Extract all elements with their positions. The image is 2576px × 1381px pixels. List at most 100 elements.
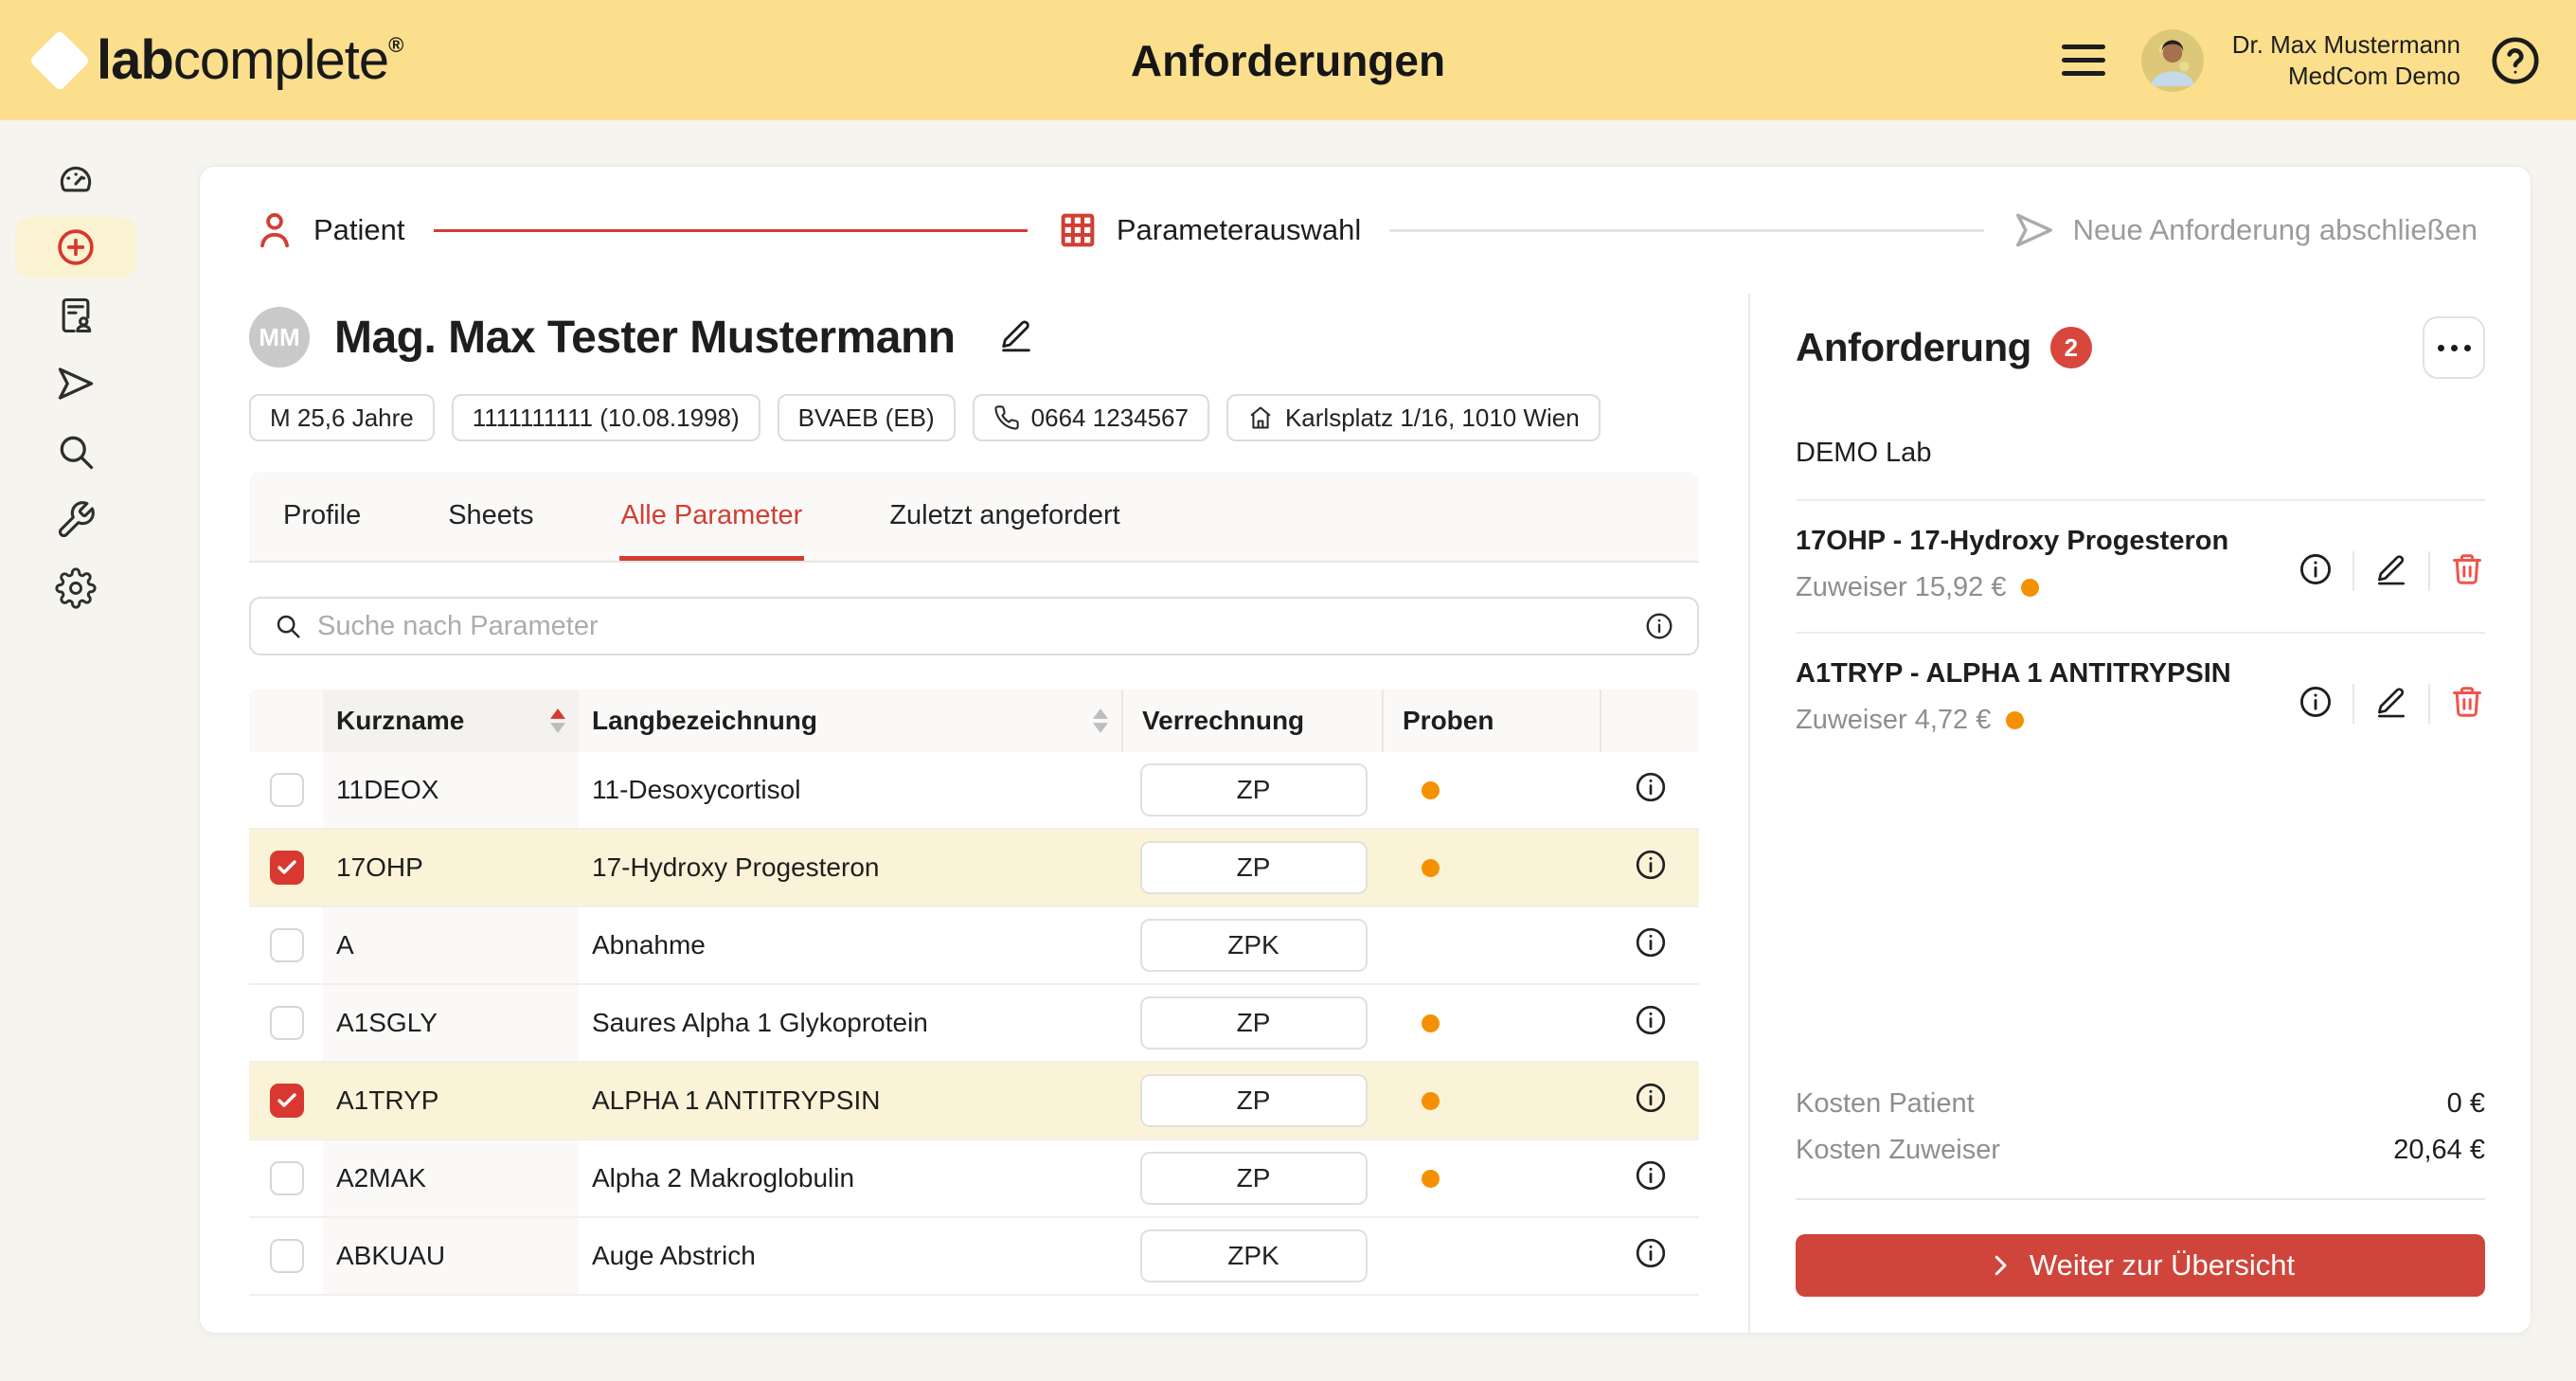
tab-sheets[interactable]: Sheets — [446, 472, 535, 561]
step-connector-todo — [1389, 229, 1983, 232]
cell-langbezeichnung: Auge Abstrich — [579, 1218, 1123, 1294]
order-item-title: A1TRYP - ALPHA 1 ANTITRYPSIN — [1796, 658, 2231, 690]
main-card: Patient Parameterauswahl Neue Anforderun… — [199, 166, 2531, 1334]
header-langbezeichnung[interactable]: Langbezeichnung — [579, 690, 1123, 752]
step-patient[interactable]: Patient — [253, 208, 405, 252]
cell-langbezeichnung: 17-Hydroxy Progesteron — [579, 830, 1123, 906]
order-item-price: Zuweiser 15,92 € — [1796, 572, 2006, 603]
document-user-icon — [55, 295, 97, 336]
parameter-search[interactable] — [249, 597, 1699, 655]
lab-name: DEMO Lab — [1796, 438, 2485, 469]
badge-phone: 0664 1234567 — [973, 394, 1209, 441]
table-row[interactable]: ABKUAU Auge Abstrich ZPK — [249, 1218, 1699, 1296]
row-info-icon[interactable] — [1634, 770, 1668, 811]
verrechnung-button[interactable]: ZPK — [1140, 919, 1368, 972]
row-checkbox-checked[interactable] — [270, 851, 304, 885]
table-row[interactable]: A1SGLY Saures Alpha 1 Glykoprotein ZP — [249, 985, 1699, 1063]
order-menu-button[interactable] — [2423, 316, 2485, 379]
top-bar: labcomplete® Anforderungen Dr. Max Muste… — [0, 0, 2576, 120]
search-input[interactable] — [317, 611, 1629, 642]
search-info-icon[interactable] — [1644, 611, 1674, 641]
row-checkbox[interactable] — [270, 1239, 304, 1273]
table-row[interactable]: A2MAK Alpha 2 Makroglobulin ZP — [249, 1140, 1699, 1218]
table-row[interactable]: A1TRYP ALPHA 1 ANTITRYPSIN ZP — [249, 1063, 1699, 1140]
row-checkbox-checked[interactable] — [270, 1084, 304, 1118]
table-row[interactable]: 17OHP 17-Hydroxy Progesteron ZP — [249, 830, 1699, 907]
table-header-row: Kurzname Langbezeichnung — [249, 690, 1699, 752]
step-parameterauswahl[interactable]: Parameterauswahl — [1056, 208, 1361, 252]
row-info-icon[interactable] — [1634, 925, 1668, 966]
item-edit-icon[interactable] — [2373, 684, 2409, 725]
send-icon — [2012, 208, 2056, 252]
table-row[interactable]: A Abnahme ZPK — [249, 907, 1699, 985]
step-connector-done — [434, 229, 1028, 232]
order-item: 17OHP - 17-Hydroxy Progesteron Zuweiser … — [1796, 499, 2485, 632]
sidebar-item-settings[interactable] — [15, 558, 136, 619]
order-item-title: 17OHP - 17-Hydroxy Progesteron — [1796, 526, 2228, 557]
edit-patient-button[interactable] — [997, 316, 1035, 359]
header-info — [1601, 690, 1699, 752]
sidebar-item-patient-records[interactable] — [15, 285, 136, 346]
tab-alle-parameter[interactable]: Alle Parameter — [619, 472, 805, 561]
sidebar-item-send[interactable] — [15, 353, 136, 414]
step-label: Parameterauswahl — [1117, 213, 1361, 247]
verrechnung-button[interactable]: ZP — [1140, 1074, 1368, 1127]
user-avatar[interactable] — [2141, 29, 2204, 92]
verrechnung-button[interactable]: ZP — [1140, 841, 1368, 894]
item-info-icon[interactable] — [2298, 551, 2334, 592]
header-select — [249, 690, 323, 752]
parameter-table: Kurzname Langbezeichnung — [249, 690, 1699, 1296]
row-checkbox[interactable] — [270, 1006, 304, 1040]
item-delete-icon[interactable] — [2449, 551, 2485, 592]
cell-kurzname: A1SGLY — [323, 985, 579, 1061]
parameter-tabs: Profile Sheets Alle Parameter Zuletzt an… — [249, 472, 1699, 563]
cell-kurzname: A1TRYP — [323, 1063, 579, 1139]
dashboard-gauge-icon — [55, 158, 97, 200]
sort-langbezeichnung-icon[interactable] — [1093, 708, 1108, 733]
item-info-icon[interactable] — [2298, 684, 2334, 725]
tab-profile[interactable]: Profile — [281, 472, 363, 561]
row-info-icon[interactable] — [1634, 1003, 1668, 1044]
verrechnung-button[interactable]: ZP — [1140, 996, 1368, 1049]
sidebar-item-dashboard[interactable] — [15, 149, 136, 209]
row-checkbox[interactable] — [270, 773, 304, 807]
grid-table-icon — [1056, 208, 1100, 252]
help-icon[interactable] — [2489, 34, 2542, 87]
item-edit-icon[interactable] — [2373, 551, 2409, 592]
weiter-zur-uebersicht-button[interactable]: Weiter zur Übersicht — [1796, 1234, 2485, 1297]
tab-zuletzt-angefordert[interactable]: Zuletzt angefordert — [887, 472, 1121, 561]
cost-zuweiser-label: Kosten Zuweiser — [1796, 1135, 2000, 1166]
hamburger-menu-icon[interactable] — [2054, 37, 2113, 83]
person-icon — [253, 208, 296, 252]
sidebar — [0, 120, 152, 1381]
sample-dot — [1422, 781, 1440, 799]
row-info-icon[interactable] — [1634, 1081, 1668, 1121]
row-info-icon[interactable] — [1634, 1236, 1668, 1277]
cell-langbezeichnung: Alpha 2 Makroglobulin — [579, 1140, 1123, 1216]
sidebar-item-search[interactable] — [15, 421, 136, 482]
send-icon — [55, 363, 97, 404]
header-proben: Proben — [1384, 690, 1601, 752]
verrechnung-button[interactable]: ZP — [1140, 763, 1368, 816]
sample-dot — [2021, 579, 2039, 597]
step-abschliessen[interactable]: Neue Anforderung abschließen — [2012, 208, 2478, 252]
sidebar-item-new-request[interactable] — [15, 217, 136, 278]
header-kurzname[interactable]: Kurzname — [323, 690, 579, 752]
row-info-icon[interactable] — [1634, 1158, 1668, 1199]
row-checkbox[interactable] — [270, 1161, 304, 1195]
badge-svnr: 1111111111 (10.08.1998) — [452, 394, 760, 441]
sidebar-item-tools[interactable] — [15, 490, 136, 550]
table-row[interactable]: 11DEOX 11-Desoxycortisol ZP — [249, 752, 1699, 830]
verrechnung-button[interactable]: ZP — [1140, 1152, 1368, 1205]
row-info-icon[interactable] — [1634, 848, 1668, 888]
cell-kurzname: ABKUAU — [323, 1218, 579, 1294]
app-logo[interactable]: labcomplete® — [38, 28, 402, 92]
sort-kurzname-icon[interactable] — [550, 708, 565, 733]
verrechnung-button[interactable]: ZPK — [1140, 1229, 1368, 1282]
order-item: A1TRYP - ALPHA 1 ANTITRYPSIN Zuweiser 4,… — [1796, 632, 2485, 764]
phone-icon — [993, 404, 1020, 431]
row-checkbox[interactable] — [270, 928, 304, 962]
order-panel-title: Anforderung — [1796, 325, 2031, 370]
item-delete-icon[interactable] — [2449, 684, 2485, 725]
panel-divider — [1796, 1198, 2485, 1200]
